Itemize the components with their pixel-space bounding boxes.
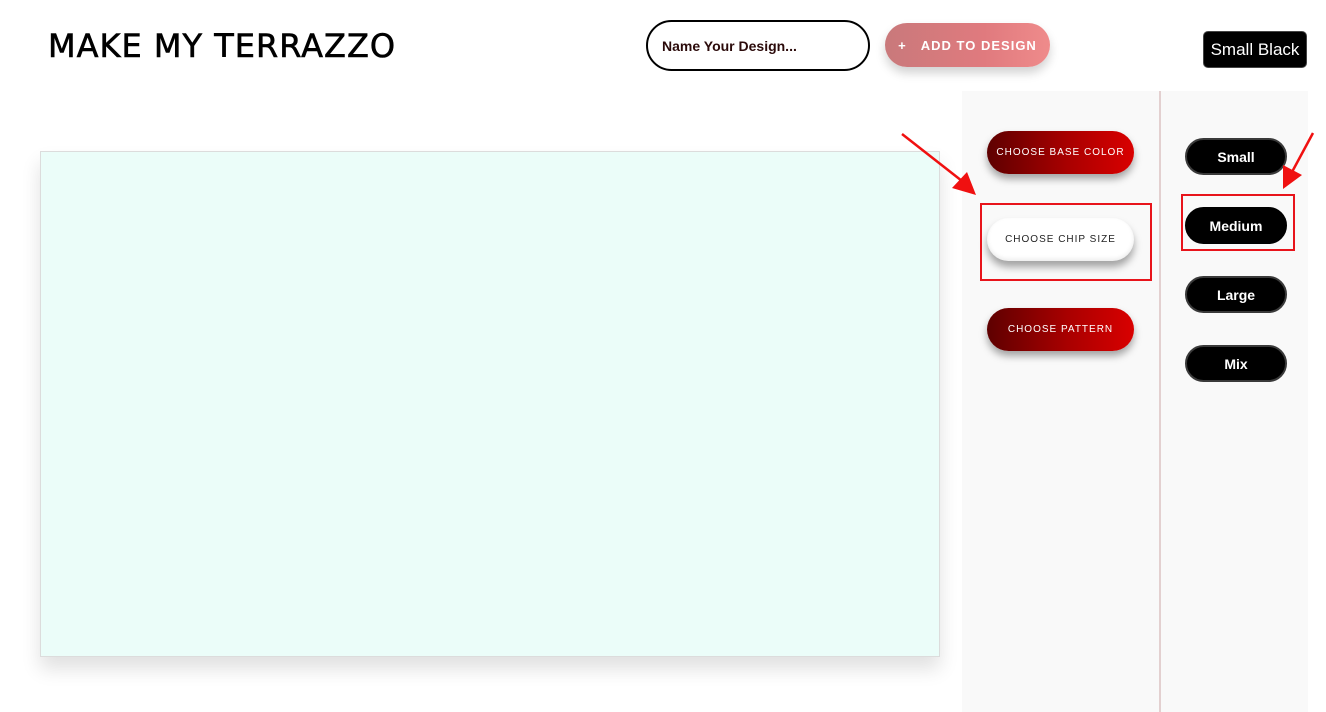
red-arrow-icon <box>901 133 976 195</box>
terrazzo-designer-page: MAKE MY TERRAZZO + ADD TO DESIGN Small B… <box>0 0 1326 712</box>
annotation-arrows <box>901 132 1315 195</box>
red-arrow-icon <box>1283 132 1315 189</box>
